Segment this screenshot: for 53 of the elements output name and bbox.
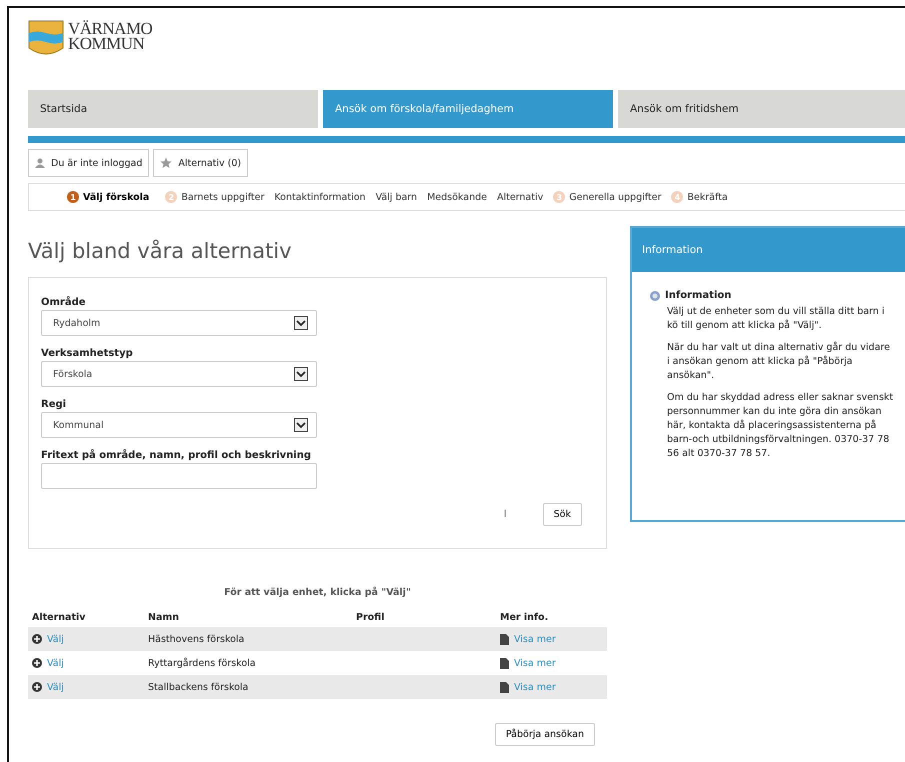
- login-status-button[interactable]: Du är inte inloggad: [28, 149, 150, 177]
- document-icon: [500, 658, 509, 668]
- info-icon: [650, 290, 660, 300]
- plus-circle-icon: [32, 682, 42, 692]
- step-number: 3: [553, 191, 566, 203]
- start-application-button[interactable]: Påbörja ansökan: [494, 723, 595, 746]
- alternatives-button[interactable]: Alternativ (0): [153, 149, 248, 177]
- logo-text: VÄRNAMO KOMMUN: [68, 21, 152, 51]
- page-heading: Välj bland våra alternativ: [28, 239, 293, 263]
- step-item[interactable]: Välj barn: [376, 192, 418, 202]
- table-cell: Ryttargårdens förskola: [148, 658, 256, 668]
- more-info-link[interactable]: Visa mer: [514, 658, 556, 668]
- field-label: Område: [41, 297, 87, 308]
- step-number: 4: [671, 191, 684, 203]
- document-icon: [500, 634, 509, 644]
- nav-tab[interactable]: Startsida: [28, 90, 318, 128]
- info-panel-header: Information: [632, 228, 905, 272]
- select-link[interactable]: Välj: [47, 658, 64, 668]
- column-header: Alternativ: [31, 612, 86, 625]
- info-paragraph: När du har valt ut dina alternativ går du vidare i ansökan genom att klicka på "Påbörja ansökan".: [667, 341, 891, 383]
- select-field[interactable]: Rydaholm: [41, 310, 317, 336]
- step-item[interactable]: Kontaktinformation: [274, 192, 366, 202]
- field-label: Fritext på område, namn, profil och beskrivning: [41, 450, 312, 461]
- search-button[interactable]: Sök: [542, 503, 582, 526]
- user-icon: [35, 158, 45, 168]
- step-item[interactable]: 3 Generella uppgifter: [553, 191, 662, 203]
- text-marker: I: [504, 509, 507, 520]
- column-header: Namn: [147, 612, 180, 625]
- select-field[interactable]: Kommunal: [41, 412, 317, 438]
- select-field[interactable]: Förskola: [41, 361, 317, 387]
- column-header: Mer info.: [499, 612, 550, 625]
- table-cell: Hästhovens förskola: [148, 634, 244, 644]
- star-icon: [160, 157, 172, 169]
- step-item[interactable]: 4 Bekräfta: [671, 191, 728, 203]
- step-number: 2: [165, 191, 178, 203]
- field-label: Verksamhetstyp: [41, 348, 134, 359]
- step-number: 1: [67, 191, 79, 203]
- column-header: Profil: [355, 612, 386, 625]
- info-paragraph: Välj ut de enheter som du vill ställa ditt barn i kö till genom att klicka på "Välj".: [667, 305, 886, 333]
- info-heading: Information: [665, 290, 732, 301]
- input-field[interactable]: [41, 463, 317, 489]
- step-item[interactable]: Medsökande: [427, 192, 487, 202]
- info-paragraph: Om du har skyddad adress eller saknar svenskt personnummer kan du inte göra din ansökan här, kontakta då placeringsassistenterna på barn-och utbildningsförvaltningen. 0370-37 78 56 alt 0370-37 78 57.: [667, 391, 894, 461]
- nav-tab[interactable]: Ansök om fritidshem: [618, 90, 905, 128]
- step-item[interactable]: 2 Barnets uppgifter: [165, 191, 264, 203]
- table-cell: Stallbackens förskola: [148, 682, 248, 692]
- step-item[interactable]: Alternativ: [496, 192, 544, 202]
- plus-circle-icon: [32, 634, 42, 644]
- plus-circle-icon: [32, 658, 42, 668]
- table-caption: För att välja enhet, klicka på "Välj": [223, 587, 412, 598]
- document-icon: [500, 682, 509, 692]
- field-label: Regi: [41, 399, 68, 410]
- step-item[interactable]: 1 Välj förskola: [67, 191, 150, 203]
